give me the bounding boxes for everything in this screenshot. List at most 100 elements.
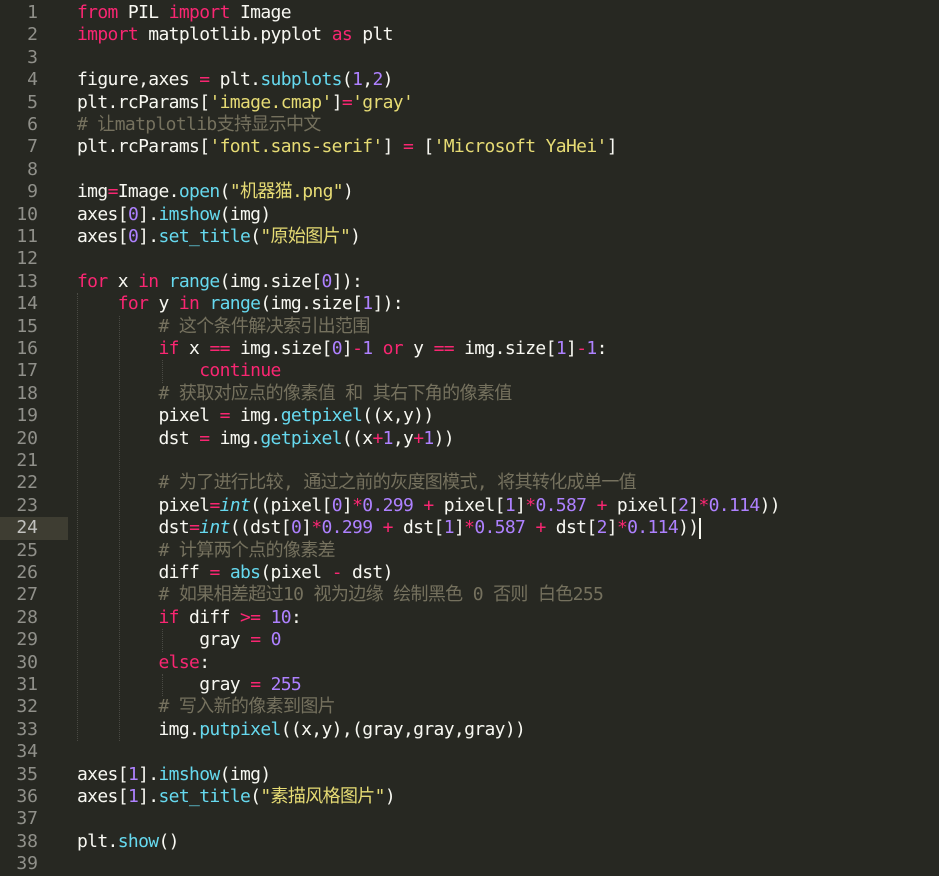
code-line[interactable]: 38 plt.show()	[0, 831, 939, 853]
code-line[interactable]: 19 pixel = img.getpixel((x,y))	[0, 405, 939, 427]
line-number: 21	[16, 450, 38, 471]
code-line[interactable]: 9 img=Image.open("机器猫.png")	[0, 181, 939, 203]
code-line[interactable]: 17 continue	[0, 360, 939, 382]
line-code[interactable]: gray = 255	[77, 674, 302, 696]
line-code[interactable]: gray = 0	[77, 629, 281, 651]
code-token: 0	[331, 338, 343, 359]
line-code[interactable]: axes[1].set_title("素描风格图片")	[77, 786, 396, 808]
code-line[interactable]: 18 # 获取对应点的像素值 和 其右下角的像素值	[0, 383, 939, 405]
code-line[interactable]: 30 else:	[0, 652, 939, 674]
code-token: # 为了进行比较, 通过之前的灰度图模式, 将其转化成单一值	[158, 472, 637, 494]
line-code[interactable]: axes[1].imshow(img)	[77, 764, 271, 786]
code-line[interactable]: 32 # 写入新的像素到图片	[0, 696, 939, 718]
line-code[interactable]: # 这个条件解决索引出范围	[77, 316, 371, 338]
line-code[interactable]: if x == img.size[0]-1 or y == img.size[1…	[77, 338, 608, 360]
code-line[interactable]: 37	[0, 808, 939, 830]
code-token: =	[189, 517, 200, 539]
code-line[interactable]: 12	[0, 248, 939, 270]
line-code[interactable]: continue	[77, 360, 281, 382]
line-code[interactable]: for x in range(img.size[0]):	[77, 270, 363, 293]
code-line[interactable]: 15 # 这个条件解决索引出范围	[0, 316, 939, 338]
code-line[interactable]: 16 if x == img.size[0]-1 or y == img.siz…	[0, 338, 939, 360]
code-token: for	[77, 270, 108, 292]
code-token: ]	[688, 494, 699, 516]
code-token: img.size[	[229, 338, 332, 359]
code-line[interactable]: 39	[0, 853, 939, 875]
line-code[interactable]: # 让matplotlib支持显示中文	[77, 114, 321, 136]
line-code[interactable]: else:	[77, 652, 211, 674]
code-token: 1	[352, 69, 363, 91]
indent-guide	[119, 315, 120, 742]
code-line[interactable]: 23 pixel=int((pixel[0]*0.299 + pixel[1]*…	[0, 495, 939, 517]
code-line[interactable]: 21	[0, 450, 939, 472]
code-line[interactable]: 27 # 如果相差超过10 视为边缘 绘制黑色 0 否则 白色255	[0, 584, 939, 606]
code-line[interactable]: 25 # 计算两个点的像素差	[0, 540, 939, 562]
line-code[interactable]: if diff >= 10:	[77, 607, 302, 629]
line-code[interactable]: diff = abs(pixel - dst)	[77, 562, 393, 584]
code-line[interactable]: 6 # 让matplotlib支持显示中文	[0, 114, 939, 136]
code-line[interactable]: 14 for y in range(img.size[1]):	[0, 293, 939, 315]
code-line[interactable]: 11 axes[0].set_title("原始图片")	[0, 226, 939, 248]
code-line[interactable]: 28 if diff >= 10:	[0, 607, 939, 629]
code-line[interactable]: 10 axes[0].imshow(img)	[0, 204, 939, 226]
line-code[interactable]: pixel = img.getpixel((x,y))	[77, 405, 434, 427]
code-line[interactable]: 8	[0, 159, 939, 181]
line-code[interactable]: plt.rcParams['image.cmap']='gray'	[77, 92, 414, 114]
line-code[interactable]: axes[0].imshow(img)	[77, 204, 271, 226]
code-token: 1	[423, 427, 434, 449]
code-token: (img)	[219, 763, 272, 785]
line-code[interactable]: plt.rcParams['font.sans-serif'] = ['Micr…	[77, 136, 618, 158]
line-code[interactable]: dst = img.getpixel((x+1,y+1))	[77, 428, 454, 450]
code-line[interactable]: 34	[0, 741, 939, 763]
line-code[interactable]: for y in range(img.size[1]):	[77, 293, 404, 315]
line-number: 31	[16, 674, 38, 695]
line-code[interactable]: axes[0].set_title("原始图片")	[77, 226, 361, 248]
line-number: 30	[16, 651, 38, 673]
line-code[interactable]: import matplotlib.pyplot as plt	[77, 24, 393, 46]
code-line[interactable]: 3	[0, 47, 939, 69]
code-token: pixel	[77, 494, 210, 516]
line-code[interactable]: img=Image.open("机器猫.png")	[77, 181, 354, 203]
line-code[interactable]: pixel=int((pixel[0]*0.299 + pixel[1]*0.5…	[77, 495, 780, 517]
code-token: -	[576, 338, 587, 359]
line-number: 28	[16, 606, 38, 628]
code-line[interactable]: 1 from PIL import Image	[0, 2, 939, 24]
code-token: 0.587	[535, 494, 587, 516]
code-token: 1	[127, 786, 139, 807]
line-code[interactable]: figure,axes = plt.subplots(1,2)	[77, 69, 393, 91]
code-token: axes[	[77, 226, 129, 247]
line-code[interactable]: # 计算两个点的像素差	[77, 540, 336, 562]
line-number: 33	[16, 718, 38, 740]
indent-guide	[162, 674, 163, 697]
code-line[interactable]: 35 axes[1].imshow(img)	[0, 764, 939, 786]
line-code[interactable]: # 写入新的像素到图片	[77, 696, 336, 718]
code-line[interactable]: 4 figure,axes = plt.subplots(1,2)	[0, 69, 939, 91]
code-line[interactable]: 5 plt.rcParams['image.cmap']='gray'	[0, 92, 939, 114]
code-line[interactable]: 36 axes[1].set_title("素描风格图片")	[0, 786, 939, 808]
code-token: ]	[606, 136, 618, 158]
code-line[interactable]: 2 import matplotlib.pyplot as plt	[0, 24, 939, 46]
code-token: gray	[77, 629, 251, 651]
code-line[interactable]: 29 gray = 0	[0, 629, 939, 651]
code-line[interactable]: 24 dst=int((dst[0]*0.299 + dst[1]*0.587 …	[0, 517, 939, 539]
code-line[interactable]: 7 plt.rcParams['font.sans-serif'] = ['Mic…	[0, 136, 939, 158]
code-line[interactable]: 13 for x in range(img.size[0]):	[0, 271, 939, 293]
code-line[interactable]: 26 diff = abs(pixel - dst)	[0, 562, 939, 584]
line-code[interactable]: img.putpixel((x,y),(gray,gray,gray))	[77, 719, 525, 741]
code-token: show	[117, 830, 159, 852]
line-code[interactable]: # 为了进行比较, 通过之前的灰度图模式, 将其转化成单一值	[77, 472, 637, 494]
line-code[interactable]: plt.show()	[77, 830, 180, 853]
line-code[interactable]: # 获取对应点的像素值 和 其右下角的像素值	[77, 383, 513, 405]
code-line[interactable]: 31 gray = 255	[0, 674, 939, 696]
line-code[interactable]: # 如果相差超过10 视为边缘 绘制黑色 0 否则 白色255	[77, 584, 604, 606]
code-line[interactable]: 20 dst = img.getpixel((x+1,y+1))	[0, 428, 939, 450]
line-code[interactable]: from PIL import Image	[77, 2, 292, 24]
line-code[interactable]: dst=int((dst[0]*0.299 + dst[1]*0.587 + d…	[77, 517, 699, 539]
code-editor[interactable]: 1 from PIL import Image 2 import matplotlib…	[0, 0, 939, 874]
code-line[interactable]: 22 # 为了进行比较, 通过之前的灰度图模式, 将其转化成单一值	[0, 472, 939, 494]
code-line[interactable]: 33 img.putpixel((x,y),(gray,gray,gray))	[0, 719, 939, 741]
code-token: PIL	[117, 2, 169, 23]
code-token: axes[	[77, 786, 129, 807]
